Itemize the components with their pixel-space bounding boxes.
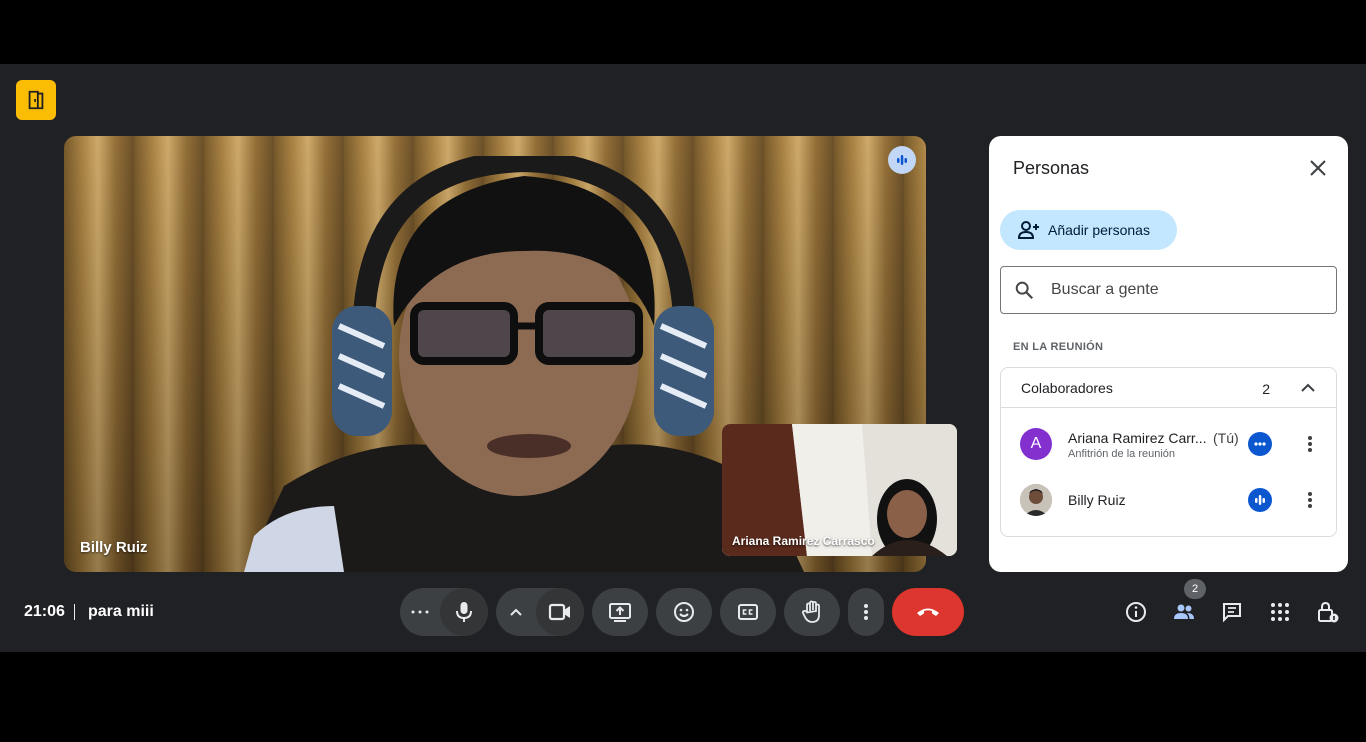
participant-video-feed	[244, 156, 804, 572]
group-header[interactable]: Colaboradores	[1001, 368, 1336, 408]
participant-row[interactable]: A Ariana Ramirez Carr... (Tú) Anfitrión …	[1001, 416, 1336, 472]
participant-role: Anfitrión de la reunión	[1068, 448, 1176, 460]
microphone-icon	[456, 602, 472, 622]
collaborators-group: Colaboradores 2 A Ariana Ramirez Carr...…	[1000, 367, 1337, 537]
people-panel: Personas Añadir personas EN LA REUNIÓN C…	[989, 136, 1348, 572]
add-people-label: Añadir personas	[1048, 222, 1150, 238]
people-count-badge: 2	[1184, 579, 1206, 599]
door-exit-icon[interactable]	[16, 80, 56, 120]
panel-title: Personas	[1013, 158, 1090, 178]
chevron-up-icon[interactable]	[1298, 378, 1318, 398]
more-horiz-icon	[1248, 432, 1272, 456]
avatar	[1020, 484, 1052, 516]
captions-button[interactable]	[720, 588, 776, 636]
search-icon	[1015, 281, 1034, 300]
camera-button[interactable]	[536, 588, 584, 636]
audio-level-icon	[1248, 488, 1272, 512]
participant-name: Ariana Ramirez Carr...	[1068, 430, 1207, 446]
self-video-tile[interactable]: Ariana Ramirez Carrasco	[722, 424, 957, 556]
emoji-icon	[674, 602, 694, 622]
meeting-info-button[interactable]	[1124, 600, 1148, 624]
meet-app: Billy Ruiz Ariana Ramirez Carrasco Perso…	[0, 64, 1366, 652]
section-label: EN LA REUNIÓN	[1013, 341, 1104, 353]
call-end-icon	[917, 608, 939, 616]
search-input[interactable]	[1051, 281, 1311, 299]
present-to-all-icon	[609, 603, 631, 622]
main-participant-name: Billy Ruiz	[80, 539, 148, 556]
videocam-icon	[548, 603, 570, 621]
divider	[74, 604, 75, 620]
self-participant-name: Ariana Ramirez Carrasco	[732, 534, 875, 548]
you-tag: (Tú)	[1213, 430, 1239, 446]
add-people-button[interactable]: Añadir personas	[1000, 210, 1177, 250]
more-horiz-icon	[411, 610, 429, 614]
avatar: A	[1020, 428, 1052, 460]
participant-row[interactable]: Billy Ruiz	[1001, 472, 1336, 528]
mic-control-group	[400, 588, 488, 636]
more-options-icon[interactable]	[1298, 432, 1322, 456]
meeting-time: 21:06	[24, 603, 65, 620]
video-options-button[interactable]	[496, 588, 536, 636]
info-icon	[1126, 602, 1146, 622]
activities-button[interactable]	[1268, 600, 1292, 624]
search-box[interactable]	[1000, 266, 1337, 314]
closed-caption-icon	[738, 604, 758, 620]
raise-hand-button[interactable]	[784, 588, 840, 636]
camera-control-group	[496, 588, 584, 636]
participant-name: Billy Ruiz	[1068, 492, 1126, 508]
chat-button[interactable]	[1220, 600, 1244, 624]
leave-call-button[interactable]	[892, 588, 964, 636]
person-add-icon	[1017, 221, 1039, 239]
group-count: 2	[1262, 381, 1270, 397]
hand-icon	[801, 600, 820, 623]
group-label: Colaboradores	[1021, 379, 1113, 396]
microphone-button[interactable]	[440, 588, 488, 636]
more-options-icon[interactable]	[1298, 488, 1322, 512]
people-button[interactable]	[1172, 600, 1196, 624]
audio-options-button[interactable]	[400, 588, 440, 636]
close-icon	[1310, 160, 1326, 176]
meeting-name: para miii	[88, 603, 154, 620]
reactions-button[interactable]	[656, 588, 712, 636]
close-panel-button[interactable]	[1306, 156, 1330, 180]
people-icon	[1174, 604, 1194, 619]
present-screen-button[interactable]	[592, 588, 648, 636]
chat-icon	[1223, 603, 1241, 623]
lock-person-icon	[1318, 601, 1339, 623]
more-options-button[interactable]	[848, 588, 884, 636]
more-vert-icon	[864, 604, 868, 620]
apps-grid-icon	[1271, 603, 1289, 621]
host-controls-button[interactable]	[1316, 600, 1340, 624]
speaking-indicator-icon	[888, 146, 916, 174]
chevron-up-icon	[510, 608, 522, 616]
